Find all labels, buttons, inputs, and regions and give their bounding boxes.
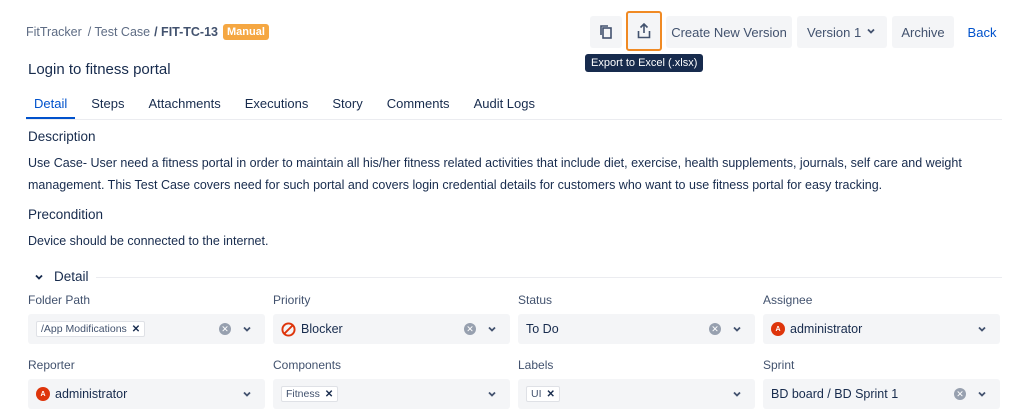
folder-path-chip: /App Modifications ✕ — [36, 321, 146, 337]
chevron-down-icon — [867, 28, 875, 34]
folder-path-value: /App Modifications — [41, 323, 127, 335]
priority-field[interactable]: Blocker ✕ — [273, 314, 510, 344]
components-field[interactable]: Fitness ✕ — [273, 379, 510, 409]
description-heading: Description — [28, 129, 96, 144]
clear-icon[interactable]: ✕ — [709, 323, 721, 335]
components-value: Fitness — [286, 388, 320, 400]
clear-icon[interactable]: ✕ — [954, 388, 966, 400]
sprint-field[interactable]: BD board / BD Sprint 1 ✕ — [763, 379, 1000, 409]
detail-heading: Detail — [54, 269, 89, 284]
tab-executions[interactable]: Executions — [237, 94, 317, 119]
clear-icon[interactable]: ✕ — [219, 323, 231, 335]
tab-divider — [26, 119, 1002, 120]
precondition-heading: Precondition — [28, 207, 104, 222]
status-field[interactable]: To Do ✕ — [518, 314, 755, 344]
folder-path-label: Folder Path — [28, 293, 91, 307]
export-tooltip: Export to Excel (.xlsx) — [585, 54, 704, 72]
tab-story[interactable]: Story — [324, 94, 370, 119]
breadcrumb-section[interactable]: / Test Case — [88, 25, 150, 39]
copy-icon — [600, 25, 612, 39]
top-bar: FitTracker / Test Case / FIT-TC-13 Manua… — [0, 0, 1024, 64]
detail-section-toggle[interactable]: Detail — [34, 269, 89, 284]
back-button[interactable]: Back — [962, 16, 1002, 48]
chevron-down-icon[interactable] — [241, 323, 253, 335]
labels-value: UI — [531, 388, 542, 400]
chevron-down-icon[interactable] — [241, 388, 253, 400]
sprint-value: BD board / BD Sprint 1 — [771, 387, 899, 401]
status-value: To Do — [526, 322, 559, 336]
clear-icon[interactable]: ✕ — [464, 323, 476, 335]
priority-label: Priority — [273, 293, 311, 307]
breadcrumb-key: / FIT-TC-13 — [154, 25, 219, 39]
avatar: A — [771, 322, 785, 336]
labels-field[interactable]: UI ✕ — [518, 379, 755, 409]
chevron-down-icon[interactable] — [976, 323, 988, 335]
components-chip: Fitness ✕ — [281, 386, 339, 402]
remove-chip-icon[interactable]: ✕ — [547, 389, 555, 400]
chevron-down-icon[interactable] — [731, 388, 743, 400]
export-icon — [637, 23, 651, 39]
detail-divider — [96, 277, 1002, 278]
breadcrumb: FitTracker / Test Case / FIT-TC-13 Manua… — [26, 24, 269, 40]
tab-comments[interactable]: Comments — [379, 94, 458, 119]
export-button[interactable] — [626, 11, 662, 51]
tab-detail[interactable]: Detail — [26, 94, 76, 119]
create-new-version-button[interactable]: Create New Version — [666, 16, 792, 48]
chevron-down-icon[interactable] — [486, 388, 498, 400]
assignee-label: Assignee — [763, 293, 813, 307]
avatar: A — [36, 387, 50, 401]
priority-value: Blocker — [301, 322, 343, 336]
version-select[interactable]: Version 1 — [797, 16, 887, 48]
copy-button[interactable] — [590, 16, 622, 48]
assignee-value: administrator — [790, 322, 863, 336]
chevron-down-icon[interactable] — [976, 388, 988, 400]
blocker-icon — [281, 321, 296, 337]
precondition-text: Device should be connected to the intern… — [28, 234, 269, 248]
remove-chip-icon[interactable]: ✕ — [325, 389, 333, 400]
folder-path-field[interactable]: /App Modifications ✕ ✕ — [28, 314, 265, 344]
description-text: Use Case- User need a fitness portal in … — [28, 156, 962, 192]
reporter-value: administrator — [55, 387, 128, 401]
status-label: Status — [518, 293, 553, 307]
sprint-label: Sprint — [763, 358, 795, 372]
labels-chip: UI ✕ — [526, 386, 560, 402]
reporter-field[interactable]: A administrator — [28, 379, 265, 409]
page-title: Login to fitness portal — [28, 61, 171, 78]
archive-button[interactable]: Archive — [892, 16, 954, 48]
tab-attachments[interactable]: Attachments — [141, 94, 229, 119]
version-label: Version 1 — [807, 24, 862, 40]
chevron-down-icon[interactable] — [486, 323, 498, 335]
tab-bar: Detail Steps Attachments Executions Stor… — [26, 94, 551, 119]
chevron-down-icon — [35, 274, 43, 280]
reporter-label: Reporter — [28, 358, 75, 372]
manual-badge: Manual — [223, 24, 269, 40]
assignee-field[interactable]: A administrator — [763, 314, 1000, 344]
breadcrumb-project[interactable]: FitTracker — [26, 25, 82, 39]
remove-chip-icon[interactable]: ✕ — [132, 324, 140, 335]
tab-steps[interactable]: Steps — [83, 94, 132, 119]
labels-label: Labels — [518, 358, 554, 372]
components-label: Components — [273, 358, 342, 372]
tab-audit-logs[interactable]: Audit Logs — [466, 94, 543, 119]
chevron-down-icon[interactable] — [731, 323, 743, 335]
